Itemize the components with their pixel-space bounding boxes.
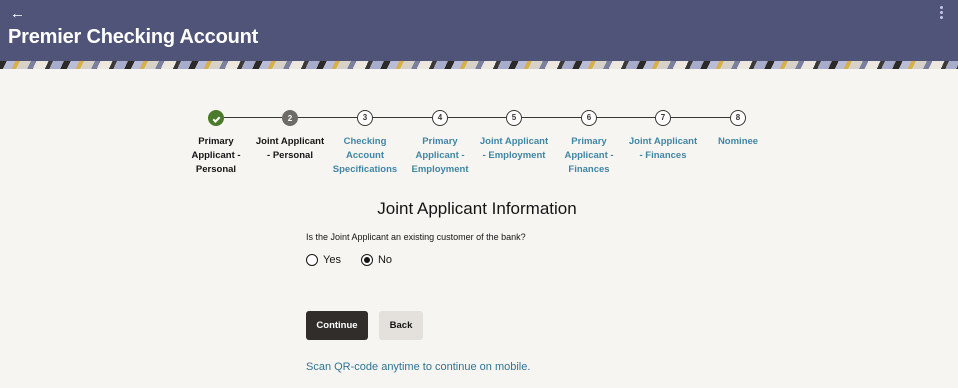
step-number: 4 (432, 110, 448, 126)
more-options-icon[interactable] (936, 6, 946, 22)
existing-customer-radio-group: Yes No (306, 252, 412, 268)
step-number: 2 (282, 110, 298, 126)
step-number: 7 (655, 110, 671, 126)
back-button[interactable]: Back (379, 311, 423, 340)
scan-qr-link[interactable]: Scan QR-code anytime to continue on mobi… (306, 361, 530, 373)
decorative-banner (0, 61, 958, 69)
step-number: 5 (506, 110, 522, 126)
existing-customer-question: Is the Joint Applicant an existing custo… (306, 232, 526, 242)
radio-button[interactable] (360, 254, 373, 266)
radio-label: No (377, 254, 393, 266)
form-title: Joint Applicant Information (377, 199, 577, 218)
radio-button[interactable] (306, 254, 318, 266)
radio-label: Yes (323, 254, 341, 266)
step-number: 3 (357, 110, 373, 126)
step-label: Nominee (717, 136, 759, 147)
continue-button[interactable]: Continue (306, 311, 368, 340)
step-number: 8 (730, 110, 746, 126)
radio-option-no[interactable]: No (360, 254, 393, 266)
step-nominee[interactable]: 8 Nominee (693, 108, 783, 149)
radio-option-yes[interactable]: Yes (306, 254, 341, 266)
step-number: 6 (581, 110, 597, 126)
page-title: Premier Checking Account (8, 26, 259, 48)
back-arrow-icon[interactable]: ← (10, 5, 28, 23)
checkmark-icon (208, 110, 224, 126)
app-header: ← Premier Checking Account (0, 0, 958, 61)
progress-stepper: Primary Applicant - Personal 2 Joint Appli… (0, 108, 958, 188)
